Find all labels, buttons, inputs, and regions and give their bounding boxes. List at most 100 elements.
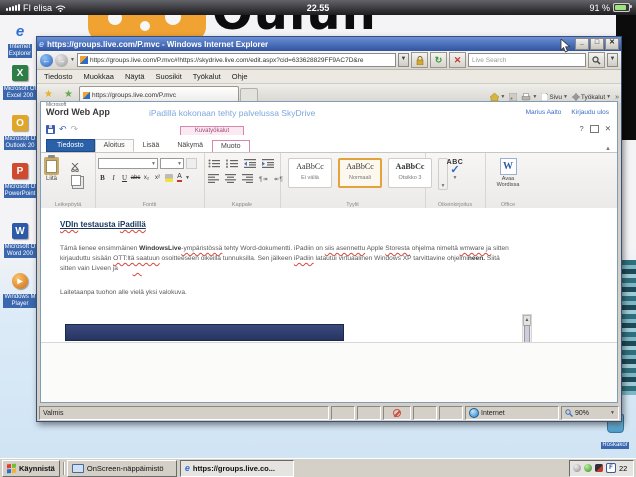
tray-icon-2[interactable] [584, 464, 592, 472]
desktop-icon-label: Microsoft O Word 200 [4, 244, 37, 258]
style-name: Normaali [340, 175, 380, 181]
home-button[interactable]: ▼ [490, 93, 505, 101]
url-text: https://groups.live.com/P.mvc#!https://s… [90, 57, 364, 64]
strikethrough-button[interactable]: abc [130, 173, 141, 183]
toolbar-overflow-chevron[interactable]: » [615, 94, 619, 101]
back-button[interactable]: ← [40, 54, 53, 67]
font-color-button[interactable]: A [174, 173, 185, 183]
zoom-level: 90% [575, 410, 589, 417]
mouse-cursor [560, 39, 572, 53]
close-button[interactable]: ✕ [605, 38, 619, 50]
menu-view[interactable]: Näytä [125, 72, 145, 81]
redo-icon[interactable]: ↷ [71, 124, 79, 135]
superscript-button[interactable]: x² [152, 173, 163, 183]
style-card-no-spacing[interactable]: AaBbCc Ei väliä [288, 158, 332, 188]
desktop-icon-media-player[interactable]: ▸ Windows M Player [1, 271, 39, 310]
ltr-paragraph-icon[interactable]: ¶↠ [259, 175, 268, 183]
desktop-icon-internet-explorer[interactable]: e Internet Explorer [1, 21, 39, 60]
style-sample: AaBbCc [289, 162, 331, 171]
task-internet-explorer[interactable]: e https://groups.live.co... [180, 460, 294, 477]
search-input[interactable]: Live Search [468, 53, 586, 67]
sign-out-link[interactable]: Kirjaudu ulos [571, 109, 609, 116]
font-name-select[interactable]: ▼ [98, 158, 158, 169]
restore-window-icon[interactable] [590, 125, 599, 133]
numbered-list-icon[interactable] [226, 159, 238, 168]
open-in-word-button[interactable]: W Avaa Wordissa [485, 158, 531, 188]
ipad-status-bar: FI elisa 22.55 91 % [0, 0, 636, 15]
tray-icon-4[interactable]: F [606, 463, 616, 473]
copy-button[interactable] [71, 175, 81, 186]
highlight-button[interactable] [163, 173, 174, 183]
group-font: ▼ ▼ B I U abc x₂ x² [95, 153, 205, 209]
menu-favorites[interactable]: Suosikit [156, 72, 182, 81]
paste-button[interactable]: Liitä [44, 157, 59, 182]
menu-file[interactable]: Tiedosto [44, 72, 73, 81]
bullet-list-icon[interactable] [208, 159, 220, 168]
group-office: W Avaa Wordissa Office [485, 153, 531, 209]
wallpaper-logo-text: Oulun [212, 15, 377, 38]
stop-button[interactable]: ✕ [449, 52, 466, 68]
address-bar[interactable]: https://groups.live.com/P.mvc#!https://s… [77, 53, 396, 67]
font-extra-button[interactable] [186, 158, 197, 169]
align-left-icon[interactable] [208, 174, 219, 183]
page-menu-label: Sivu [549, 94, 562, 101]
status-pane [357, 406, 381, 420]
close-app-icon[interactable]: ✕ [605, 124, 611, 133]
copy-icon [71, 175, 81, 186]
window-title-bar[interactable]: e https://groups.live.com/P.mvc - Window… [37, 37, 621, 51]
document-canvas[interactable]: VDIn testausta iPadillä Tämä lienee ensi… [41, 208, 617, 342]
subscript-button[interactable]: x₂ [141, 173, 152, 183]
increase-indent-icon[interactable] [262, 159, 274, 168]
tab-view[interactable]: Näkymä [168, 139, 212, 152]
desktop-icon-powerpoint[interactable]: P Microsoft O PowerPoint [1, 161, 39, 200]
zone-label: Internet [481, 410, 505, 417]
task-onscreen-keyboard[interactable]: OnScreen-näppäimistö [67, 460, 177, 477]
bold-button[interactable]: B [97, 173, 108, 183]
italic-button[interactable]: I [108, 173, 119, 183]
site-favicon [80, 56, 88, 64]
minimize-button[interactable]: _ [575, 38, 589, 50]
desktop-icon-label: Windows M Player [3, 294, 36, 308]
desktop-icon-excel[interactable]: X Microsoft Of Excel 200 [1, 63, 39, 102]
search-options-dropdown[interactable]: ▼ [607, 53, 618, 67]
search-magnifier-icon[interactable] [588, 52, 605, 68]
font-color-dropdown[interactable]: ▼ [185, 175, 190, 181]
desktop-icon-outlook[interactable]: O Microsoft O Outlook 20 [1, 113, 39, 152]
embedded-photo-top-edge[interactable] [65, 324, 344, 341]
align-right-icon[interactable] [242, 174, 253, 183]
underline-button[interactable]: U [119, 173, 130, 183]
tab-home[interactable]: Aloitus [95, 139, 134, 152]
user-name-link[interactable]: Marius Aalto [526, 109, 562, 116]
decrease-indent-icon[interactable] [244, 159, 256, 168]
tab-insert[interactable]: Lisää [134, 139, 169, 152]
undo-icon[interactable]: ↶ [59, 124, 67, 135]
help-icon[interactable]: ? [580, 124, 584, 133]
media-player-icon: ▸ [9, 271, 31, 291]
start-button[interactable]: Käynnistä [2, 460, 60, 477]
refresh-button[interactable]: ↻ [430, 52, 447, 68]
font-size-select[interactable]: ▼ [160, 158, 184, 169]
spelling-button[interactable]: ABC ✓ ▼ [425, 159, 485, 181]
menu-edit[interactable]: Muokkaa [84, 72, 114, 81]
page-menu[interactable]: Sivu▼ [541, 93, 568, 101]
history-dropdown-icon[interactable]: ▼ [70, 57, 75, 63]
menu-help[interactable]: Ohje [232, 72, 248, 81]
address-dropdown-button[interactable]: ▼ [398, 53, 409, 67]
group-clipboard: Liitä Leikepöytä [41, 153, 96, 209]
maximize-button[interactable]: □ [590, 38, 604, 50]
style-card-normal[interactable]: AaBbCc Normaali [338, 158, 382, 188]
align-center-icon[interactable] [225, 174, 236, 183]
forward-button[interactable]: → [55, 54, 68, 67]
tools-menu[interactable]: Työkalut▼ [572, 93, 611, 101]
menu-tools[interactable]: Työkalut [193, 72, 221, 81]
feeds-button[interactable] [509, 93, 517, 101]
zoom-control[interactable]: 90% ▼ [561, 406, 619, 420]
tray-icon-3[interactable] [595, 464, 603, 472]
desktop-icon-word[interactable]: W Microsoft O Word 200 [1, 221, 39, 260]
security-lock-icon[interactable] [411, 52, 428, 68]
tray-icon-1[interactable] [573, 464, 581, 472]
save-icon[interactable] [46, 125, 55, 134]
print-button[interactable]: ▼ [521, 93, 537, 101]
tab-file[interactable]: Tiedosto [46, 139, 95, 152]
tab-format[interactable]: Muoto [212, 140, 249, 152]
